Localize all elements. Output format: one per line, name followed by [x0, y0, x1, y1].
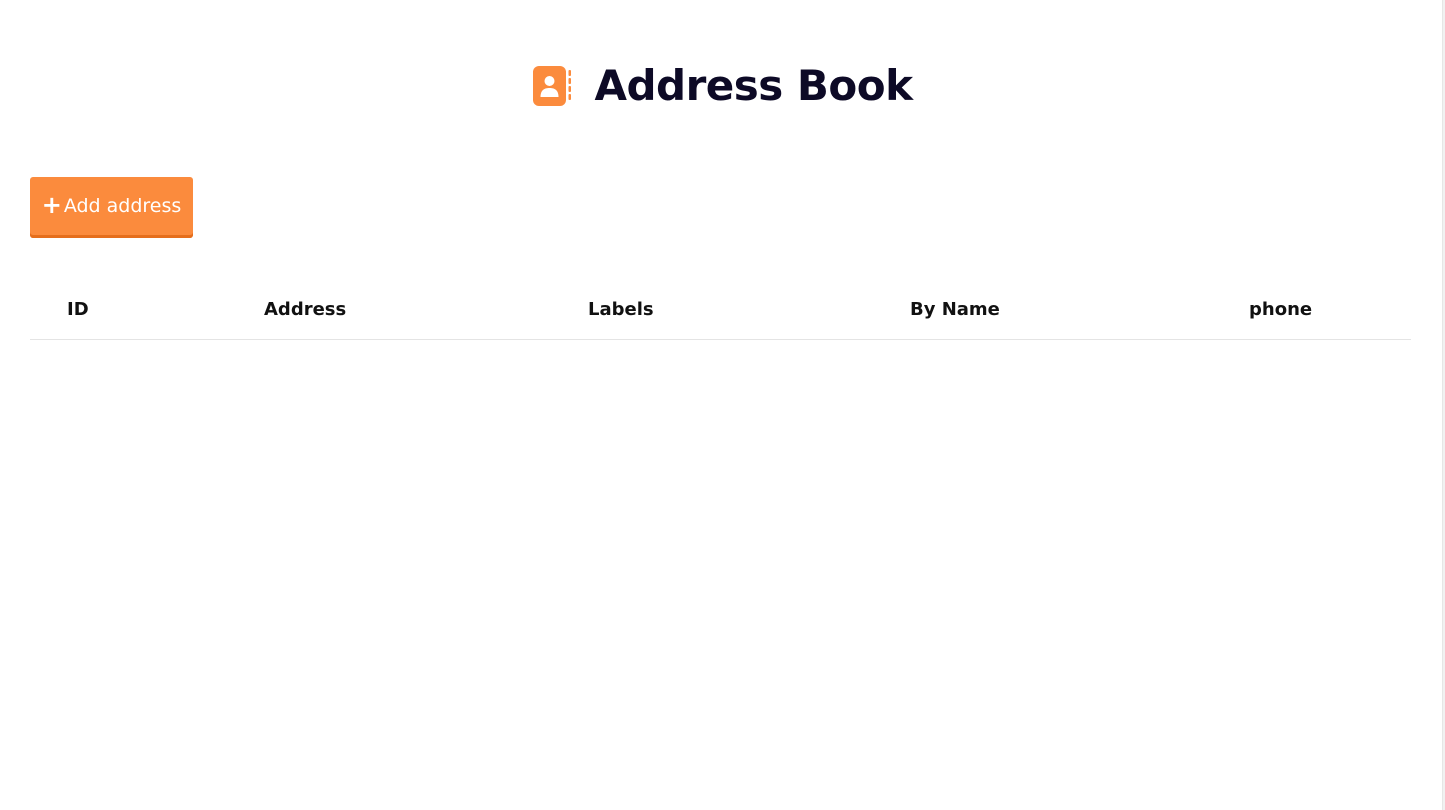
address-table: ID Address Labels By Name phone	[30, 280, 1411, 340]
column-header-labels: Labels	[588, 280, 910, 340]
add-address-button[interactable]: + Add address	[30, 177, 193, 238]
add-address-label: Add address	[63, 195, 182, 217]
column-header-by-name: By Name	[910, 280, 1249, 340]
address-book-page: Address Book + Add address ID Address La…	[0, 0, 1445, 810]
page-header: Address Book	[0, 56, 1445, 116]
table-header: ID Address Labels By Name phone	[30, 280, 1411, 340]
address-book-icon	[533, 66, 572, 106]
column-header-phone: phone	[1249, 280, 1411, 340]
column-header-id: ID	[30, 280, 264, 340]
table-header-row: ID Address Labels By Name phone	[30, 280, 1411, 340]
plus-icon: +	[41, 191, 62, 219]
page-title: Address Book	[594, 61, 913, 110]
column-header-address: Address	[264, 280, 588, 340]
